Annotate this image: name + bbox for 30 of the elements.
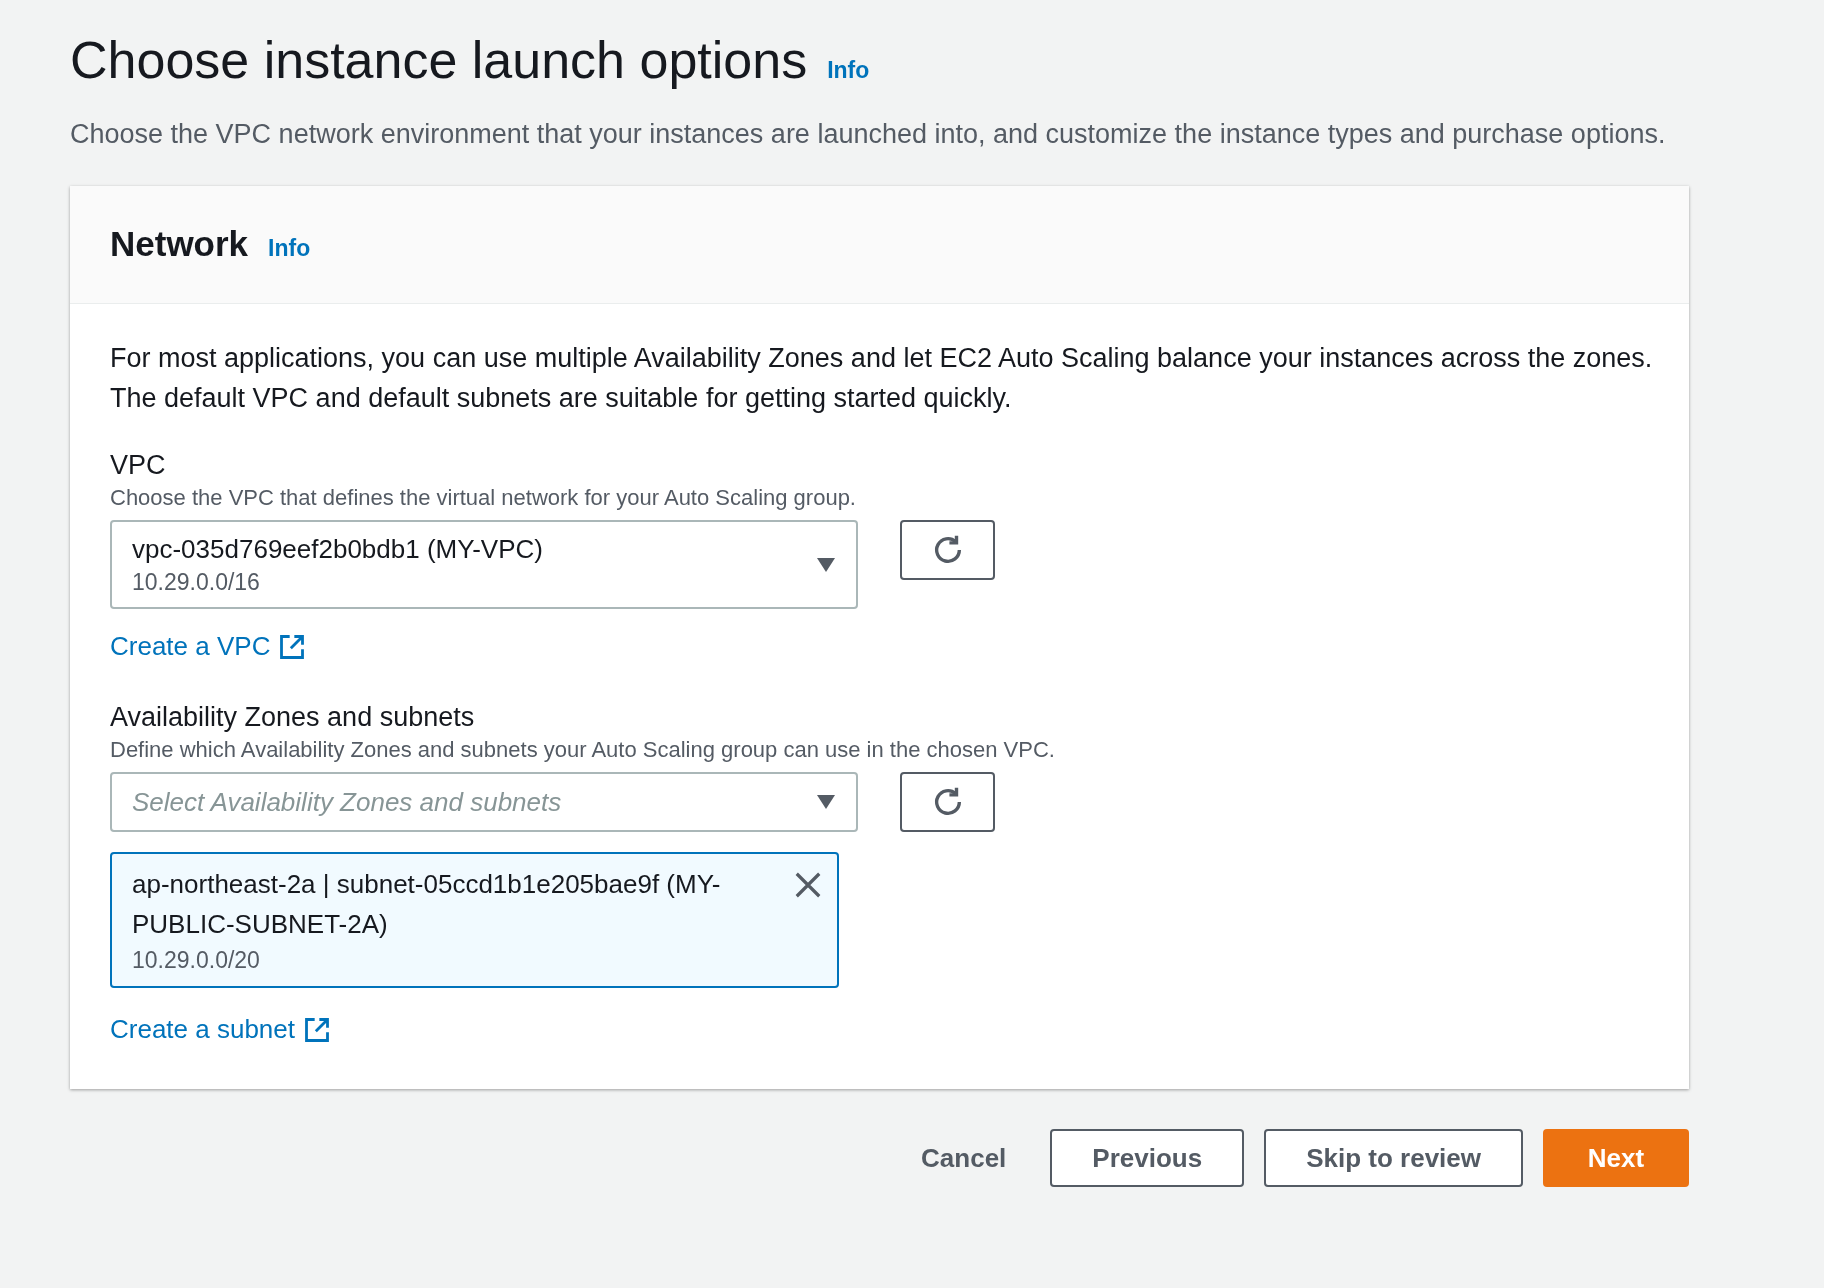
page-title: Choose instance launch options [70, 30, 808, 91]
caret-down-icon [816, 556, 836, 573]
select-placeholder: Select Availability Zones and subnets [132, 785, 562, 819]
token-detail: 10.29.0.0/20 [132, 946, 261, 975]
page-description: Choose the VPC network environment that your instances are launched into, and customize the instance types and purchase options. [70, 118, 1667, 151]
external-link[interactable]: Create a VPC [110, 627, 307, 666]
field-label: Availability Zones and subnets [110, 701, 476, 734]
info-link[interactable]: Info [827, 53, 870, 88]
intro-text: For most applications, you can use multiple Availability Zones and let EC2 Auto Scaling balance your instances across the zones. The default VPC and default subnets are suitable for getting started quickly. [110, 342, 1654, 415]
select-value: vpc-035d769eef2b0bdb1 (MY-VPC) [132, 532, 543, 566]
info-link[interactable]: Info [268, 231, 311, 266]
section-title: Network [110, 223, 249, 266]
field-hint: Define which Availability Zones and subnets your Auto Scaling group can use in the chosen VPC. [110, 736, 1056, 764]
cancel-button[interactable]: Cancel [897, 1129, 1031, 1187]
next-button[interactable]: Next [1543, 1129, 1689, 1187]
field-hint: Choose the VPC that defines the virtual network for your Auto Scaling group. [110, 484, 857, 512]
token-value: ap-northeast-2a | subnet-05ccd1b1e205bae9f (MY-PUBLIC-SUBNET-2A) [132, 868, 722, 941]
select-detail: 10.29.0.0/16 [132, 567, 261, 597]
external-link[interactable]: Create a subnet [110, 1010, 331, 1049]
refresh-button[interactable] [900, 772, 995, 832]
caret-down-icon [816, 794, 836, 810]
refresh-button[interactable] [900, 520, 995, 580]
external-link-icon [303, 1015, 331, 1044]
close-icon[interactable] [793, 870, 823, 900]
field-label: VPC [110, 449, 167, 482]
secondary-button[interactable]: Skip to review [1264, 1129, 1523, 1187]
subnet-select[interactable]: Select Availability Zones and subnets [110, 772, 858, 832]
vpc-select[interactable]: vpc-035d769eef2b0bdb1 (MY-VPC) 10.29.0.0/16 [110, 520, 858, 609]
secondary-button[interactable]: Previous [1050, 1129, 1245, 1187]
external-link-icon [278, 632, 307, 661]
